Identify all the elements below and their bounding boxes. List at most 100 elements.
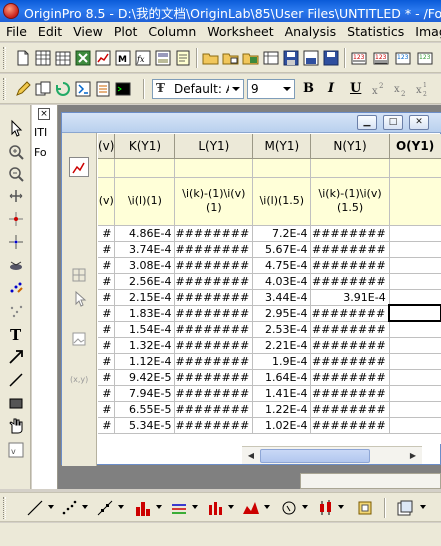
table-cell[interactable]: # [98,417,116,434]
table-cell[interactable]: 2.15E-4 [114,289,176,306]
rectangle-tool-icon[interactable] [7,394,25,412]
new-worksheet-icon[interactable] [34,49,52,67]
scroll-left-icon[interactable]: ◀ [244,449,258,463]
table-cell[interactable]: 2.21E-4 [252,337,312,354]
horizontal-scrollbar[interactable]: ◀ ▶ [242,446,422,464]
new-layout-window-icon[interactable] [396,499,414,517]
table-cell[interactable]: 1.9E-4 [252,353,312,370]
table-cell[interactable]: 7.94E-5 [114,385,176,402]
screen-reader-icon[interactable] [7,210,25,228]
selected-cell[interactable] [388,304,441,322]
table-cell[interactable]: 4.03E-4 [252,273,312,290]
table-cell[interactable]: 1.22E-4 [252,401,312,418]
table-cell[interactable] [389,257,441,274]
table-cell[interactable] [389,337,441,354]
draw-data-icon[interactable] [7,279,25,297]
code-builder-icon[interactable] [74,80,92,98]
column-header[interactable]: N(Y1) [310,134,390,159]
zoom-out-icon[interactable] [7,165,25,183]
table-cell[interactable]: 1.32E-4 [114,337,176,354]
program-mode-icon[interactable]: v [7,441,25,459]
units-cell[interactable] [252,158,312,178]
table-cell[interactable]: 3.91E-4 [310,289,390,306]
table-cell[interactable]: ######## [310,225,390,242]
column-header[interactable]: (v) [98,134,116,159]
superscript-subscript-icon[interactable]: x1 2 [414,80,432,98]
table-cell[interactable]: # [98,321,116,338]
menu-plot[interactable]: Plot [108,22,143,40]
import-wizard-icon[interactable]: 123 [394,49,412,67]
select-rows-icon[interactable] [69,265,89,285]
table-cell[interactable]: ######## [174,273,254,290]
table-cell[interactable]: # [98,305,116,322]
3d-bar-plot-icon[interactable] [206,499,224,517]
graph-preview-icon[interactable] [69,157,89,177]
table-cell[interactable]: ######## [174,321,254,338]
toolbar-grip[interactable] [3,47,6,69]
table-cell[interactable]: # [98,257,116,274]
image-icon[interactable] [69,329,89,349]
zoom-in-icon[interactable] [7,143,25,161]
units-cell[interactable] [310,158,390,178]
line-tool-icon[interactable] [7,371,25,389]
new-project-icon[interactable] [14,49,32,67]
table-cell[interactable]: 5.67E-4 [252,241,312,258]
table-cell[interactable]: ######## [174,289,254,306]
chevron-down-icon[interactable] [192,505,198,509]
multi-curve-plot-icon[interactable] [170,499,188,517]
menu-analysis[interactable]: Analysis [279,22,342,40]
arrow-tool-icon[interactable] [7,348,25,366]
table-cell[interactable]: 2.56E-4 [114,273,176,290]
menu-file[interactable]: File [0,22,32,40]
table-cell[interactable] [389,417,441,434]
table-cell[interactable]: # [98,401,116,418]
box-chart-icon[interactable] [316,499,334,517]
chevron-down-icon[interactable] [229,80,243,98]
table-cell[interactable] [389,241,441,258]
table-cell[interactable]: 7.2E-4 [252,225,312,242]
workspace-horizontal-scrollbar[interactable] [300,473,441,489]
scatter-plot-icon[interactable] [60,499,78,517]
3d-surface-plot-icon[interactable] [242,499,260,517]
menu-image[interactable]: Imag [409,22,441,40]
duplicate-icon[interactable] [34,80,52,98]
chevron-down-icon[interactable] [82,505,88,509]
menu-worksheet[interactable]: Worksheet [201,22,278,40]
subscript-icon[interactable]: x2 [392,80,410,98]
table-cell[interactable] [389,225,441,242]
chevron-down-icon[interactable] [338,505,344,509]
table-cell[interactable]: # [98,273,116,290]
column-header[interactable]: O(Y1) [389,134,441,159]
table-cell[interactable]: 1.41E-4 [252,385,312,402]
table-cell[interactable]: ######## [174,369,254,386]
xy-data-icon[interactable]: (x,y) [69,369,89,389]
scroll-right-icon[interactable]: ▶ [406,449,420,463]
recent-books-icon[interactable] [262,49,280,67]
table-cell[interactable] [389,289,441,306]
data-selector-icon[interactable] [7,256,25,274]
table-cell[interactable] [389,353,441,370]
table-cell[interactable]: 2.95E-4 [252,305,312,322]
table-cell[interactable]: 4.86E-4 [114,225,176,242]
open-icon[interactable] [202,49,220,67]
table-cell[interactable]: # [98,353,116,370]
table-cell[interactable]: ######## [310,305,390,322]
table-cell[interactable]: ######## [174,257,254,274]
scrollbar-thumb[interactable] [260,449,370,463]
chevron-down-icon[interactable] [118,505,124,509]
long-name-cell[interactable]: (v) [98,177,116,226]
table-cell[interactable]: 1.12E-4 [114,353,176,370]
menu-edit[interactable]: Edit [32,22,67,40]
close-icon[interactable]: × [38,108,50,120]
table-cell[interactable]: ######## [310,353,390,370]
table-cell[interactable]: ######## [310,321,390,338]
table-cell[interactable]: ######## [310,417,390,434]
chevron-down-icon[interactable] [280,80,294,98]
line-symbol-plot-icon[interactable] [96,499,114,517]
regional-mask-icon[interactable] [7,302,25,320]
table-cell[interactable] [389,401,441,418]
units-cell[interactable] [98,158,116,178]
table-cell[interactable]: ######## [174,241,254,258]
origin-app-icon[interactable] [3,3,19,19]
table-cell[interactable]: ######## [310,337,390,354]
